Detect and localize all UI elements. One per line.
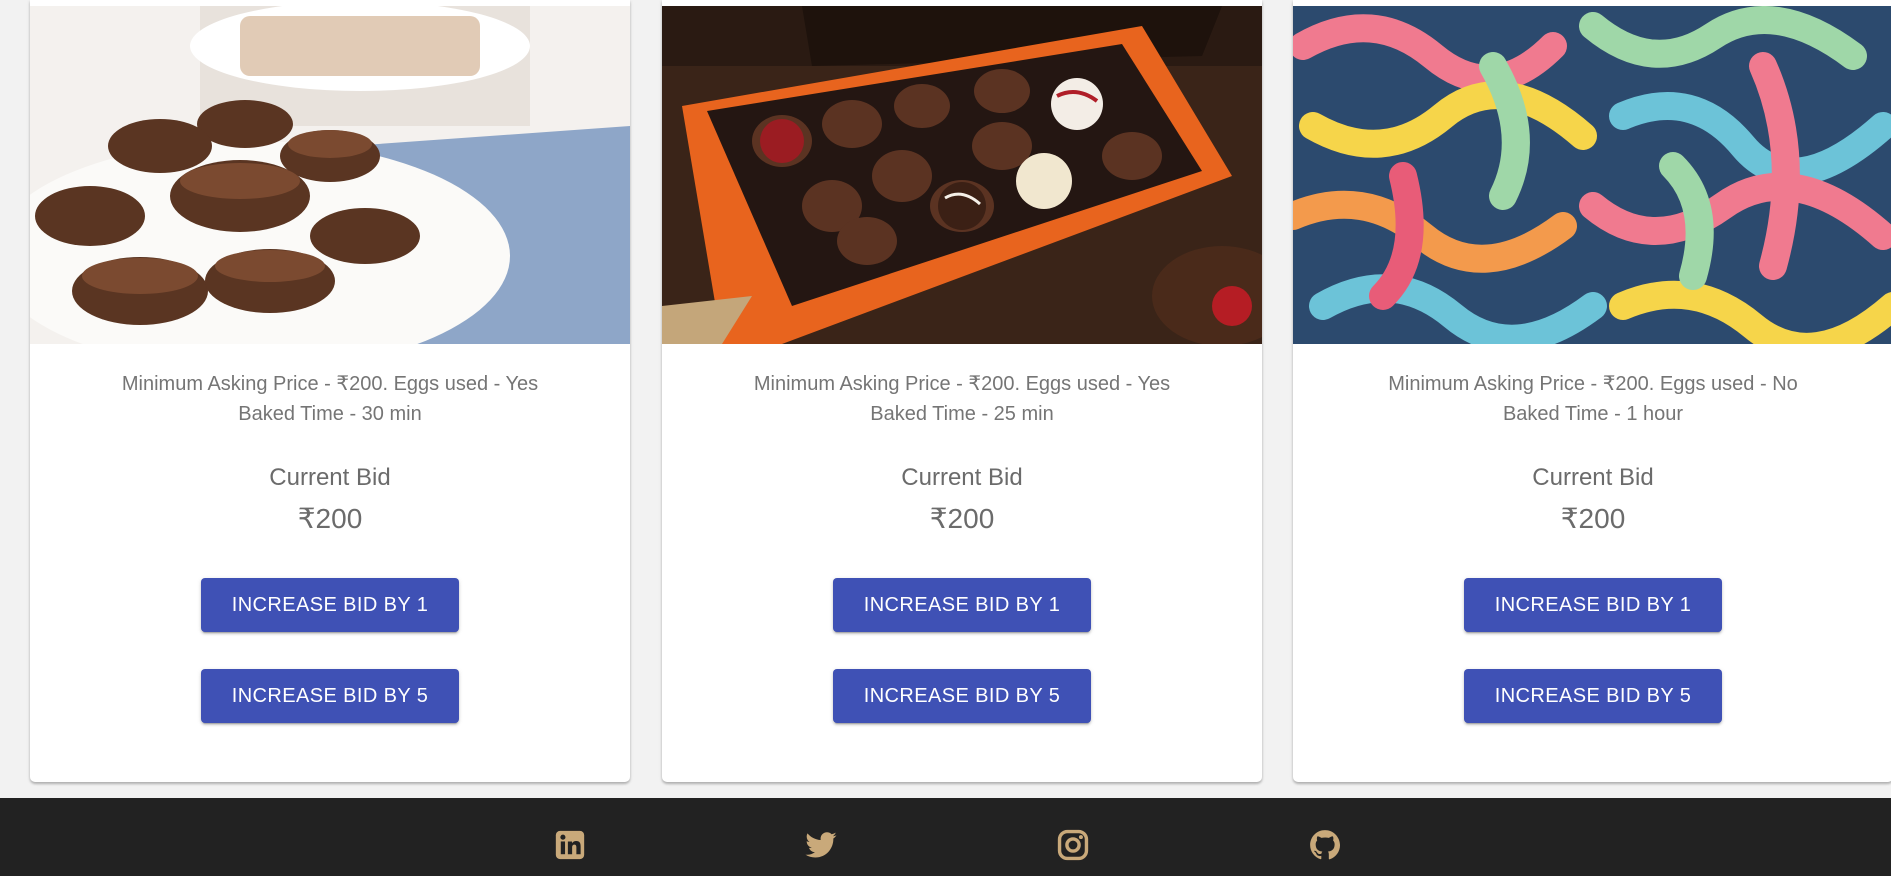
- increase-bid-by-5-button[interactable]: INCREASE BID BY 5: [201, 669, 459, 723]
- description-line-baked-time: Baked Time - 25 min: [870, 403, 1054, 425]
- description-line-baked-time: Baked Time - 1 hour: [1502, 403, 1684, 425]
- product-description: Minimum Asking Price - ₹200. Eggs used -…: [662, 369, 1262, 429]
- chocolate-box-image: [662, 6, 1262, 344]
- description-line-price-eggs: Minimum Asking Price - ₹200. Eggs used -…: [121, 373, 539, 395]
- current-bid-label: Current Bid: [1532, 464, 1654, 491]
- current-bid-label: Current Bid: [269, 464, 391, 491]
- instagram-icon[interactable]: [1056, 828, 1090, 862]
- gummy-worms-image: [1293, 6, 1891, 344]
- product-card: Minimum Asking Price - ₹200. Eggs used -…: [1293, 0, 1891, 782]
- product-description: Minimum Asking Price - ₹200. Eggs used -…: [1293, 369, 1891, 429]
- footer: [0, 798, 1891, 876]
- product-grid: Minimum Asking Price - ₹200. Eggs used -…: [0, 0, 1891, 798]
- increase-bid-by-5-button[interactable]: INCREASE BID BY 5: [1464, 669, 1722, 723]
- product-card: Minimum Asking Price - ₹200. Eggs used -…: [662, 0, 1262, 782]
- current-bid-value: ₹200: [297, 503, 363, 534]
- linkedin-icon[interactable]: [553, 828, 587, 862]
- increase-bid-by-5-button[interactable]: INCREASE BID BY 5: [833, 669, 1091, 723]
- current-bid-label: Current Bid: [901, 464, 1023, 491]
- current-bid-value: ₹200: [929, 503, 995, 534]
- github-icon[interactable]: [1308, 828, 1342, 862]
- description-line-baked-time: Baked Time - 30 min: [238, 403, 422, 425]
- description-line-price-eggs: Minimum Asking Price - ₹200. Eggs used -…: [753, 373, 1171, 395]
- chocolate-cups-image: [30, 6, 630, 344]
- product-card: Minimum Asking Price - ₹200. Eggs used -…: [30, 0, 630, 782]
- current-bid-value: ₹200: [1560, 503, 1626, 534]
- product-description: Minimum Asking Price - ₹200. Eggs used -…: [30, 369, 630, 429]
- increase-bid-by-1-button[interactable]: INCREASE BID BY 1: [201, 578, 459, 632]
- increase-bid-by-1-button[interactable]: INCREASE BID BY 1: [833, 578, 1091, 632]
- twitter-icon[interactable]: [804, 828, 838, 862]
- description-line-price-eggs: Minimum Asking Price - ₹200. Eggs used -…: [1388, 373, 1798, 395]
- increase-bid-by-1-button[interactable]: INCREASE BID BY 1: [1464, 578, 1722, 632]
